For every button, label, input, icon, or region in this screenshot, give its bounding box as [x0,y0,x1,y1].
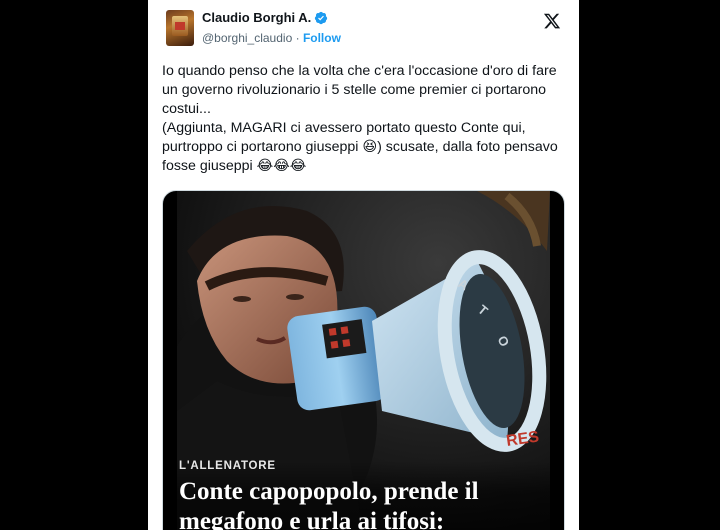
separator-dot: · [295,31,300,45]
verified-badge-icon [315,11,328,25]
tweet-embed: Claudio Borghi A. @borghi_claudio · Foll… [148,0,579,530]
x-logo-icon[interactable] [543,12,561,30]
article-headline[interactable]: Conte capopopolo, prende il megafono e u… [179,477,539,530]
tweet-header: Claudio Borghi A. @borghi_claudio · Foll… [164,8,567,50]
screenshot-frame: Claudio Borghi A. @borghi_claudio · Foll… [0,0,720,530]
tweet-text: Io quando penso che la volta che c'era l… [162,62,572,176]
media-card[interactable]: A T O RES L'ALLENATORE Conte capopopolo,… [162,190,565,530]
author-name-line[interactable]: Claudio Borghi A. [202,10,328,25]
follow-button[interactable]: Follow [303,31,341,45]
tweet-text-paragraph-2: (Aggiunta, MAGARI ci avessero portato qu… [162,120,558,174]
tweet-text-paragraph-1: Io quando penso che la volta che c'era l… [162,63,557,117]
author-display-name[interactable]: Claudio Borghi A. [202,10,311,25]
article-kicker: L'ALLENATORE [179,460,276,472]
avatar[interactable] [166,10,194,46]
author-handle[interactable]: @borghi_claudio [202,31,292,45]
author-handle-line: @borghi_claudio · Follow [202,31,341,45]
